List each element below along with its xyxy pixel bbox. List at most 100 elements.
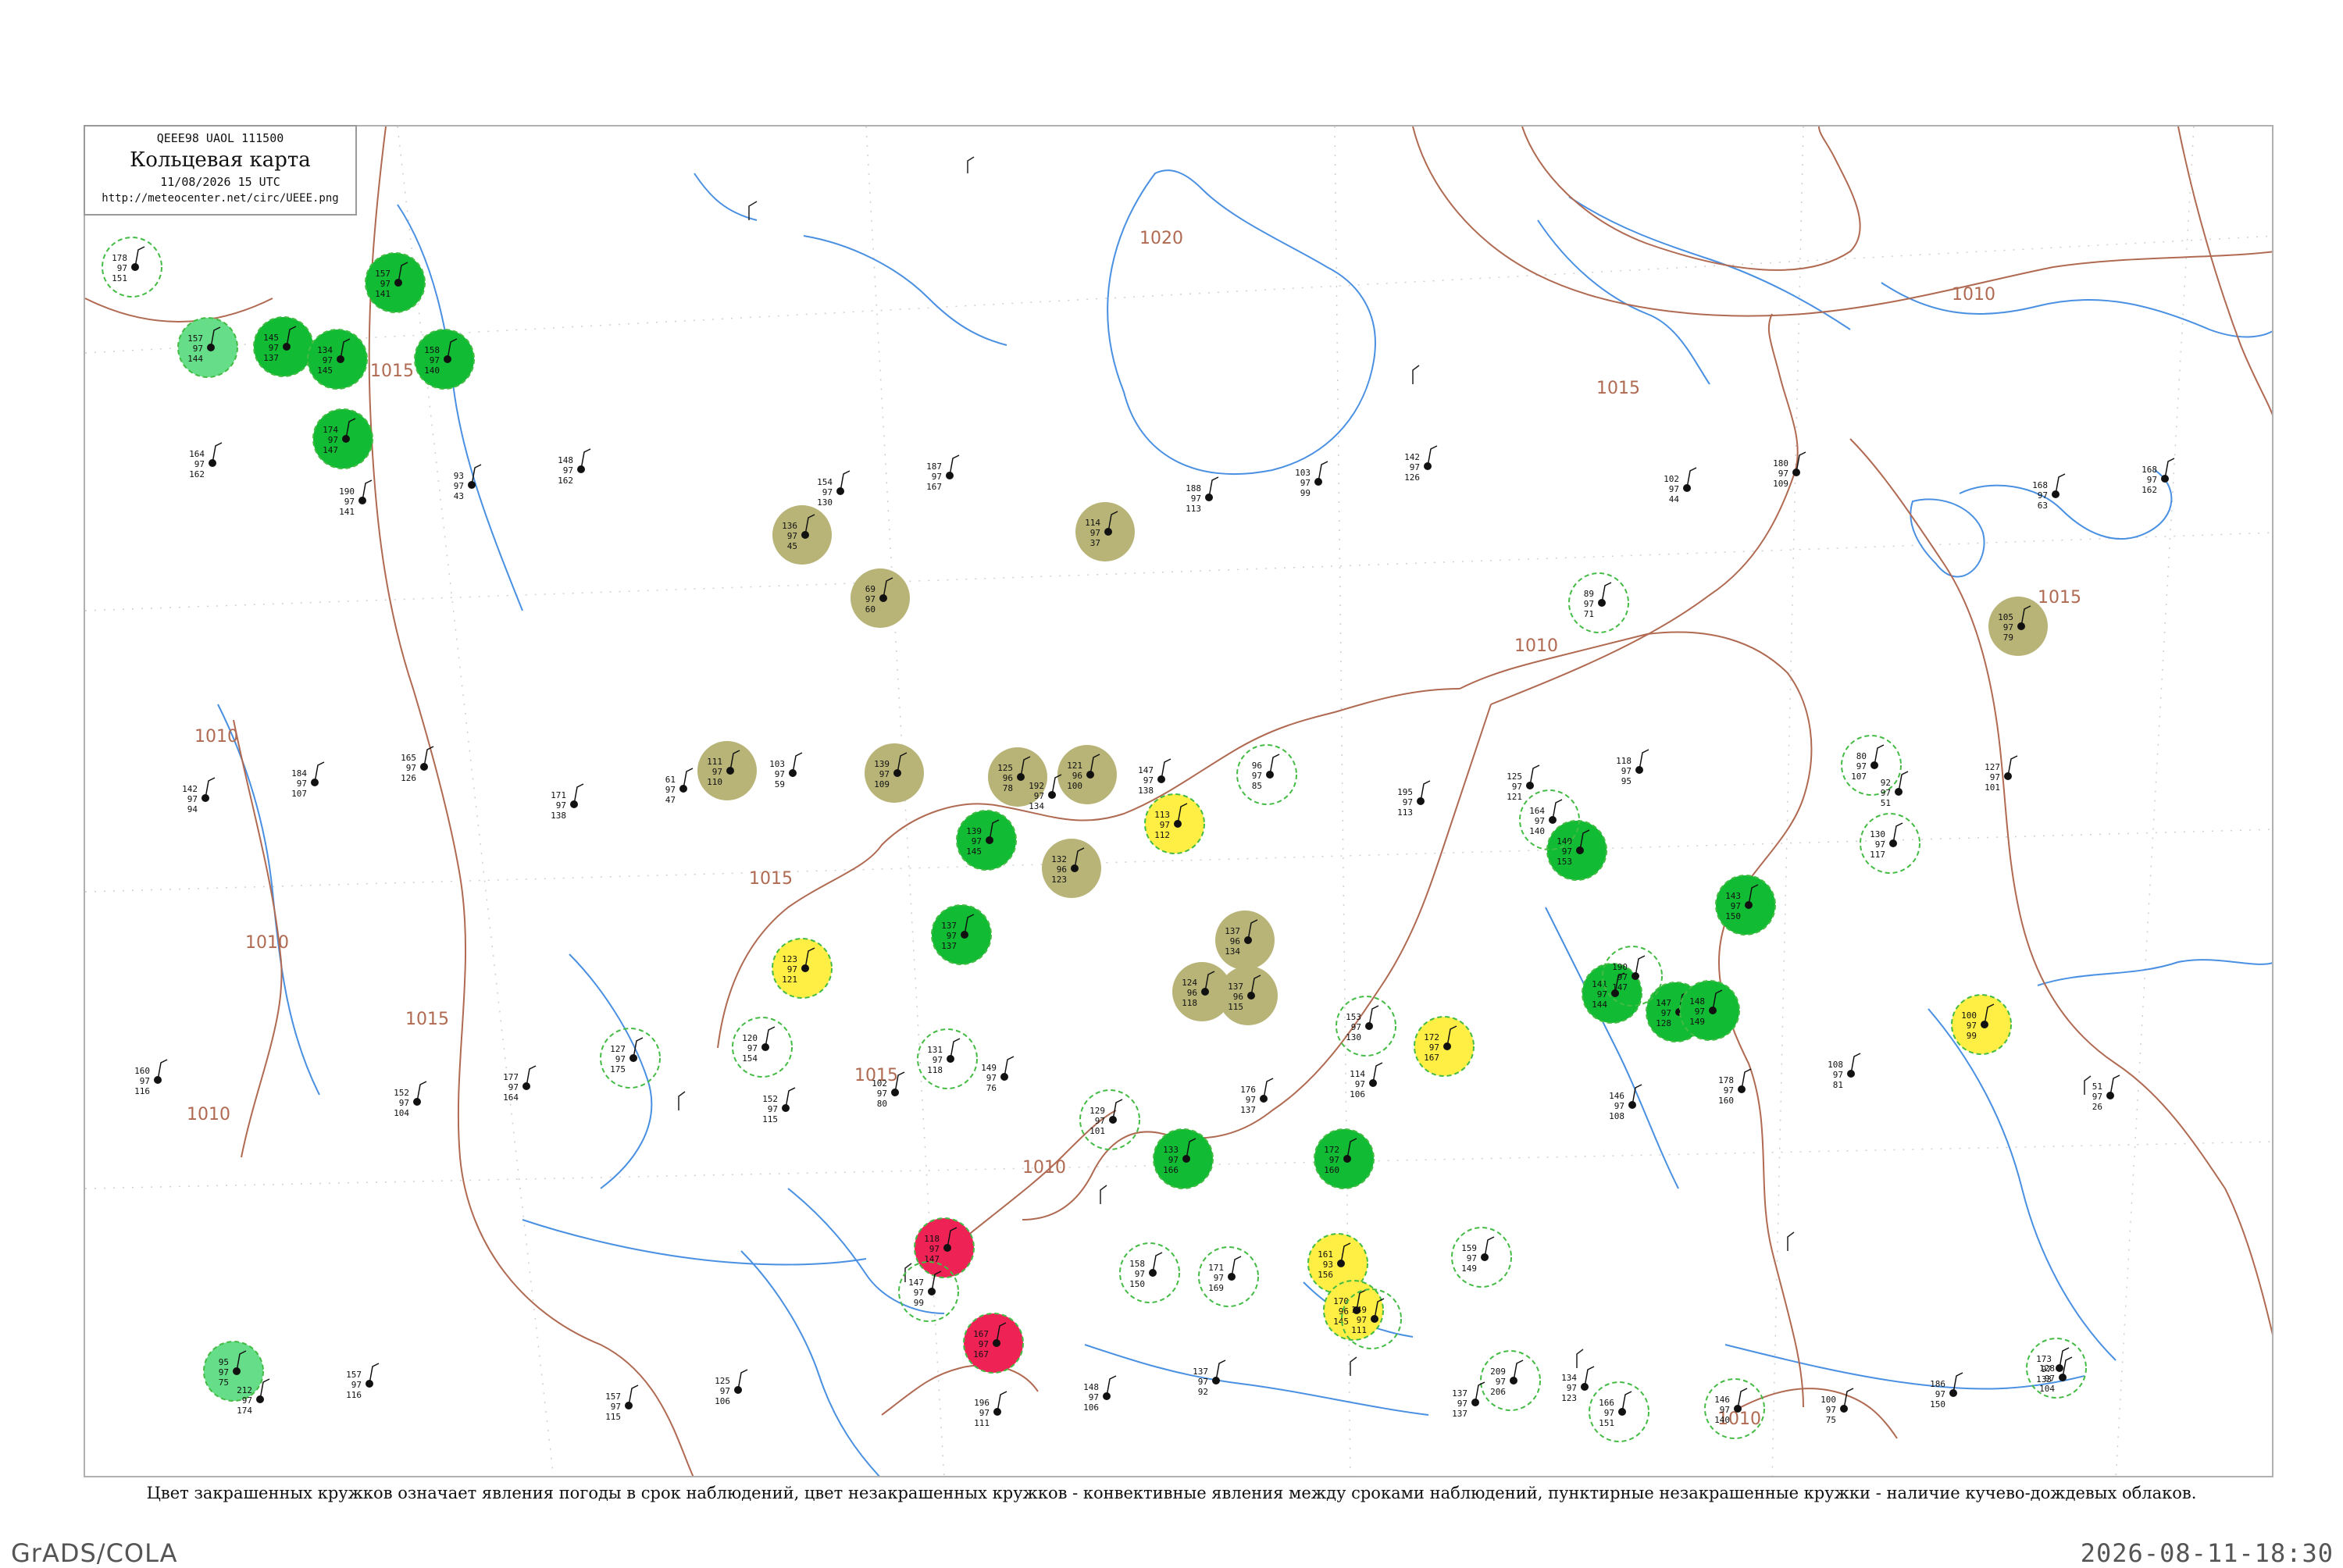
station-visibility: 97 [399,1098,409,1108]
station-temperature: 153 [1346,1012,1361,1022]
station-temperature: 69 [865,584,876,594]
station-dewpoint: 162 [2142,485,2157,495]
station-dewpoint: 175 [610,1064,626,1074]
station-dewpoint: 134 [1029,801,1044,811]
station-dewpoint: 100 [1067,781,1082,791]
station-dewpoint: 147 [323,445,338,455]
station-temperature: 121 [1067,761,1082,771]
station-dewpoint: 92 [1198,1387,1208,1397]
station-dewpoint: 141 [375,289,390,299]
station-visibility: 97 [1661,1008,1671,1018]
station-dewpoint: 113 [1397,807,1413,818]
station-dewpoint: 110 [707,777,722,787]
station-plot: 14897106 [1083,1375,1117,1413]
station-plot: 13796115 [1218,966,1278,1025]
station-plot: 17397133 [2026,1338,2087,1399]
station-temperature: 80 [1856,751,1867,761]
station-plot: 1039759 [769,752,803,789]
station-dewpoint: 118 [1182,998,1197,1008]
render-timestamp: 2026-08-11-18:30 [2080,1538,2334,1568]
station-temperature: 139 [874,759,890,769]
station-plot: 17297167 [1414,1016,1475,1077]
station-plot: 15297104 [394,1081,427,1118]
isobar-label: 1010 [1514,636,1558,656]
station-temperature: 132 [1051,854,1067,864]
station-dewpoint: 149 [1461,1263,1477,1274]
station-visibility: 97 [380,279,390,289]
station-temperature: 96 [1252,761,1262,771]
station-plot: 1149737 [1075,502,1135,561]
station-visibility: 97 [1351,1022,1361,1032]
station-dewpoint: 137 [1452,1409,1467,1419]
station-visibility: 96 [1233,992,1243,1002]
station-temperature: 145 [263,333,279,343]
station-visibility: 97 [1410,462,1420,472]
station-plot: 14797138 [1138,758,1172,796]
station-visibility: 96 [1072,771,1082,781]
station-dewpoint: 116 [346,1390,362,1400]
station-visibility: 97 [2045,1374,2055,1384]
station-visibility: 97 [775,769,785,779]
station-dewpoint: 160 [1324,1165,1339,1175]
station-temperature: 157 [346,1370,362,1380]
station-dewpoint: 140 [1529,826,1545,836]
station-visibility: 97 [2147,475,2157,485]
station-plot: 19697111 [974,1391,1007,1428]
station-plot: 17697137 [1240,1078,1274,1115]
station-plot: 699760 [851,568,910,628]
station-plot: 17197138 [551,783,584,821]
station-visibility: 97 [219,1367,229,1377]
station-temperature: 136 [782,521,797,531]
station-temperature: 129 [1089,1106,1105,1116]
station-visibility: 97 [747,1043,758,1053]
isobar-label: 1015 [370,362,414,381]
map-legend-box: QEEE98 UAOL 111500 Кольцевая карта 11/08… [84,125,357,216]
station-plot: 1189795 [1616,749,1649,786]
station-temperature: 157 [187,333,203,344]
station-visibility: 97 [720,1386,730,1396]
station-visibility: 97 [932,472,942,482]
station-plot: 15797115 [605,1384,639,1422]
station-temperature: 95 [219,1357,229,1367]
map-title: Кольцевая карта [130,148,311,172]
station-visibility: 97 [140,1076,150,1086]
station-temperature: 134 [317,345,333,355]
station-temperature: 93 [454,471,464,481]
station-dewpoint: 109 [1773,479,1788,489]
station-visibility: 97 [787,964,797,975]
station-dewpoint: 162 [558,476,573,486]
station-dewpoint: 138 [551,811,566,821]
station-temperature: 147 [1656,998,1671,1008]
station-visibility: 97 [712,767,722,777]
station-dewpoint: 156 [1318,1270,1333,1280]
station-plot: 14897149 [1679,980,1740,1041]
station-visibility: 97 [1457,1399,1467,1409]
station-visibility: 97 [1935,1389,1945,1399]
station-visibility: 97 [297,779,307,789]
station-temperature: 120 [742,1033,758,1043]
station-visibility: 97 [1695,1007,1705,1017]
station-visibility: 97 [1496,1377,1506,1387]
station-visibility: 97 [1731,901,1741,911]
station-temperature: 148 [558,455,573,465]
station-dewpoint: 118 [927,1065,943,1075]
station-temperature: 147 [908,1278,924,1288]
station-plot: 1039799 [1295,461,1328,498]
coastlines-rivers [217,169,2272,1476]
station-plot: 12997101 [1079,1089,1140,1150]
station-dewpoint: 149 [1689,1017,1705,1027]
station-dewpoint: 37 [1090,538,1100,548]
station-temperature: 102 [872,1078,887,1089]
station-dewpoint: 51 [1881,798,1891,808]
station-temperature: 124 [1182,978,1197,988]
station-dewpoint: 167 [973,1349,989,1360]
station-temperature: 128 [2039,1363,2055,1374]
station-dewpoint: 167 [1424,1053,1439,1063]
station-temperature: 142 [182,784,198,794]
station-dewpoint: 150 [1930,1399,1945,1409]
station-plot: 15497130 [817,470,851,508]
station-temperature: 103 [769,759,785,769]
station-plot: 13397166 [1153,1128,1214,1189]
map-datetime: 11/08/2026 15 UTC [160,175,280,189]
station-visibility: 97 [1168,1155,1179,1165]
